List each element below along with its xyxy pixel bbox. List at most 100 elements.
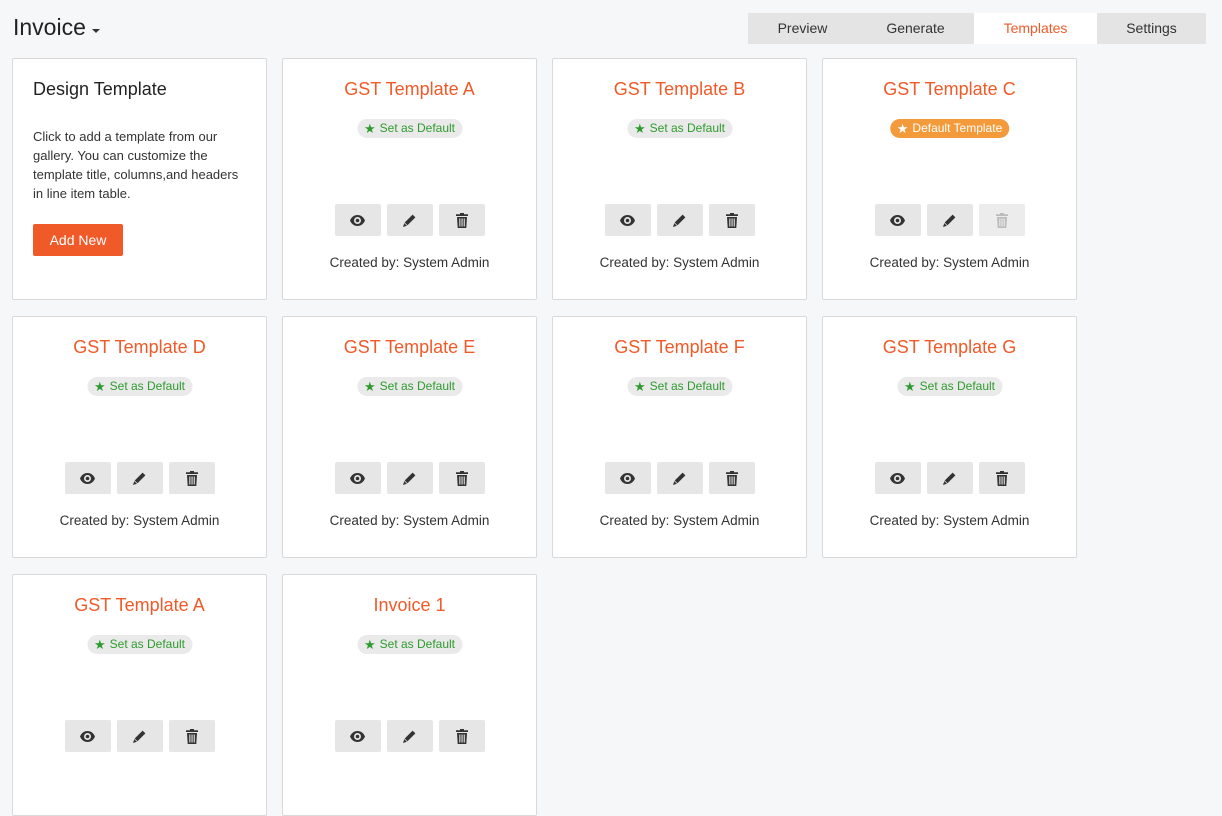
badge-label: Set as Default [379, 637, 456, 651]
edit-button[interactable] [656, 204, 703, 236]
badge-label: Set as Default [109, 379, 186, 393]
eye-icon [620, 472, 635, 484]
template-name[interactable]: GST Template D [13, 337, 266, 358]
eye-icon [350, 214, 365, 226]
pencil-icon [673, 214, 686, 227]
eye-icon [620, 214, 635, 226]
template-actions [823, 462, 1076, 494]
view-button[interactable] [334, 204, 381, 236]
star-icon: ★ [93, 379, 106, 394]
template-card: GST Template A ★ Set as Default Created … [282, 58, 537, 300]
template-actions [283, 462, 536, 494]
created-by: Created by: System Admin [59, 513, 220, 528]
set-as-default-button[interactable]: ★ Set as Default [86, 377, 193, 396]
tab-templates[interactable]: Templates [974, 13, 1097, 44]
eye-icon [890, 214, 905, 226]
template-name[interactable]: GST Template C [823, 79, 1076, 100]
template-card: GST Template B ★ Set as Default Created … [552, 58, 807, 300]
view-button[interactable] [604, 204, 651, 236]
view-button[interactable] [604, 462, 651, 494]
delete-button[interactable] [438, 462, 485, 494]
design-template-card: Design Template Click to add a template … [12, 58, 267, 300]
set-as-default-button[interactable]: ★ Set as Default [356, 635, 463, 654]
pencil-icon [943, 472, 956, 485]
delete-button[interactable] [438, 720, 485, 752]
template-name[interactable]: GST Template A [13, 595, 266, 616]
design-template-description: Click to add a template from our gallery… [33, 129, 239, 201]
star-icon: ★ [363, 637, 376, 652]
set-as-default-button[interactable]: ★ Set as Default [356, 119, 463, 138]
edit-button[interactable] [656, 462, 703, 494]
edit-button[interactable] [926, 462, 973, 494]
trash-icon [455, 470, 468, 486]
delete-button[interactable] [168, 462, 215, 494]
eye-icon [350, 730, 365, 742]
tab-generate[interactable]: Generate [857, 13, 974, 44]
delete-button[interactable] [168, 720, 215, 752]
template-actions [553, 462, 806, 494]
badge-label: Set as Default [109, 637, 186, 651]
default-template-badge: ★ Default Template [889, 119, 1010, 138]
template-actions [283, 204, 536, 236]
star-icon: ★ [363, 121, 376, 136]
created-by: Created by: System Admin [599, 255, 760, 270]
star-icon: ★ [93, 637, 106, 652]
template-name[interactable]: Invoice 1 [283, 595, 536, 616]
template-card: Invoice 1 ★ Set as Default [282, 574, 537, 816]
star-icon: ★ [633, 121, 646, 136]
template-name[interactable]: GST Template G [823, 337, 1076, 358]
template-name[interactable]: GST Template E [283, 337, 536, 358]
created-by: Created by: System Admin [329, 513, 490, 528]
template-card: GST Template E ★ Set as Default Created … [282, 316, 537, 558]
edit-button[interactable] [386, 462, 433, 494]
tab-bar: Preview Generate Templates Settings [748, 13, 1206, 44]
edit-button[interactable] [386, 204, 433, 236]
badge-label: Set as Default [379, 121, 456, 135]
tab-preview[interactable]: Preview [748, 13, 857, 44]
edit-button[interactable] [116, 462, 163, 494]
trash-icon [995, 470, 1008, 486]
delete-button[interactable] [978, 462, 1025, 494]
set-as-default-button[interactable]: ★ Set as Default [626, 119, 733, 138]
add-new-button[interactable]: Add New [33, 224, 123, 256]
star-icon: ★ [633, 379, 646, 394]
view-button[interactable] [874, 204, 921, 236]
view-button[interactable] [334, 462, 381, 494]
set-as-default-button[interactable]: ★ Set as Default [356, 377, 463, 396]
page-title: Invoice [13, 14, 86, 40]
star-icon: ★ [896, 121, 909, 136]
page-title-dropdown[interactable]: Invoice [13, 14, 100, 41]
created-by: Created by: System Admin [869, 513, 1030, 528]
delete-button[interactable] [708, 204, 755, 236]
created-by: Created by: System Admin [329, 255, 490, 270]
set-as-default-button[interactable]: ★ Set as Default [896, 377, 1003, 396]
view-button[interactable] [64, 462, 111, 494]
delete-button[interactable] [708, 462, 755, 494]
template-card: GST Template D ★ Set as Default Created … [12, 316, 267, 558]
trash-icon [455, 212, 468, 228]
delete-button[interactable] [438, 204, 485, 236]
trash-icon [725, 212, 738, 228]
trash-icon [185, 728, 198, 744]
view-button[interactable] [874, 462, 921, 494]
template-card: GST Template A ★ Set as Default [12, 574, 267, 816]
badge-label: Set as Default [919, 379, 996, 393]
eye-icon [80, 472, 95, 484]
template-name[interactable]: GST Template B [553, 79, 806, 100]
view-button[interactable] [64, 720, 111, 752]
template-actions [283, 720, 536, 752]
set-as-default-button[interactable]: ★ Set as Default [86, 635, 193, 654]
template-name[interactable]: GST Template F [553, 337, 806, 358]
tab-settings[interactable]: Settings [1097, 13, 1206, 44]
caret-down-icon [91, 28, 100, 33]
edit-button[interactable] [386, 720, 433, 752]
view-button[interactable] [334, 720, 381, 752]
badge-label: Set as Default [649, 121, 726, 135]
star-icon: ★ [903, 379, 916, 394]
edit-button[interactable] [116, 720, 163, 752]
template-name[interactable]: GST Template A [283, 79, 536, 100]
pencil-icon [133, 730, 146, 743]
edit-button[interactable] [926, 204, 973, 236]
pencil-icon [403, 472, 416, 485]
set-as-default-button[interactable]: ★ Set as Default [626, 377, 733, 396]
